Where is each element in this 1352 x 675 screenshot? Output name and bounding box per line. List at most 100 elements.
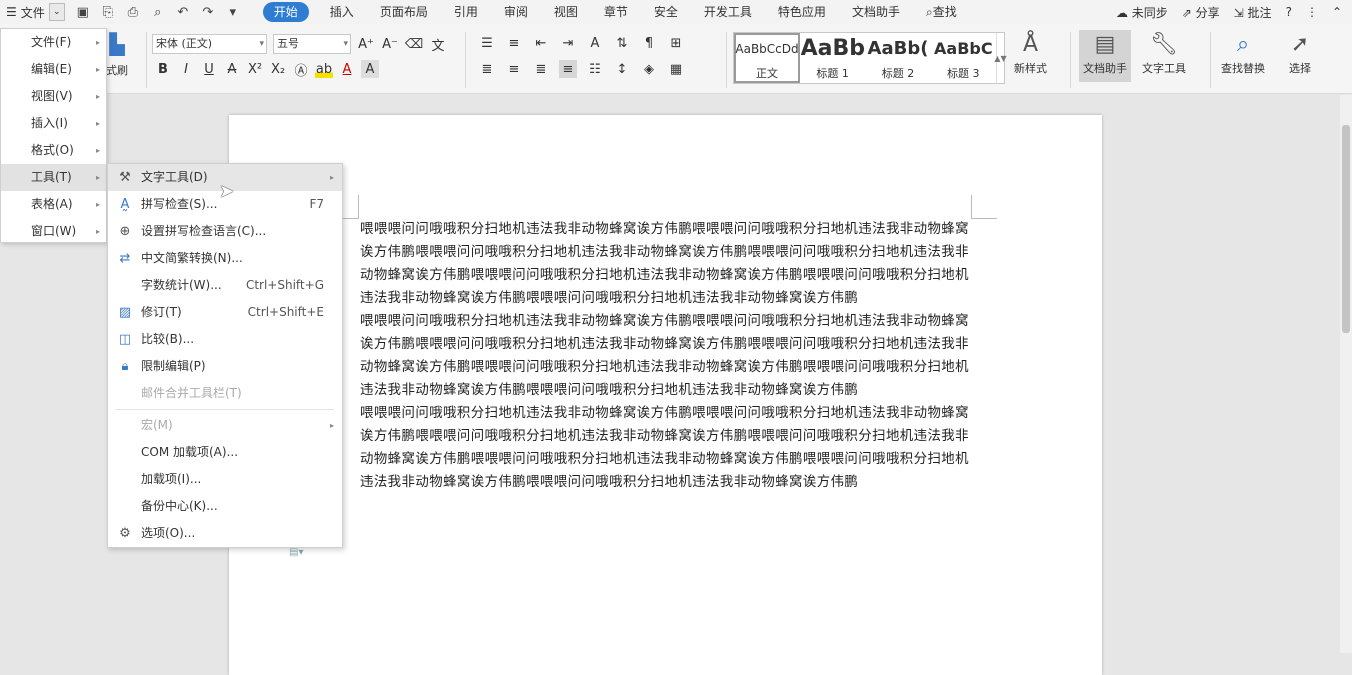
subscript-icon[interactable]: X₂	[269, 60, 287, 78]
show-marks-icon[interactable]: ¶	[640, 34, 658, 52]
char-shading-icon[interactable]: A	[361, 60, 379, 78]
bold-icon[interactable]: B	[154, 60, 172, 78]
tab-insert[interactable]: 插入	[317, 0, 367, 24]
doc-assistant-button[interactable]: ▤ 文档助手	[1079, 30, 1131, 82]
menu-item-options[interactable]: ⚙ 选项(O)...	[108, 520, 342, 547]
scrollbar-thumb[interactable]	[1342, 125, 1350, 333]
share-button[interactable]: ⇗ 分享	[1182, 4, 1220, 21]
menu-item-compare[interactable]: ◫ 比较(B)...	[108, 326, 342, 353]
search-tab[interactable]: ⌕查找	[913, 0, 970, 24]
style-scroll[interactable]: ▲▼	[994, 33, 1007, 83]
text-effect-icon[interactable]: Ⓐ	[292, 60, 310, 79]
menu-item-restrict-editing[interactable]: 🔒︎ 限制编辑(P)	[108, 353, 342, 380]
borders-icon[interactable]: ▦	[667, 60, 685, 78]
find-replace-button[interactable]: ⌕ 查找替换	[1221, 30, 1265, 76]
style-heading-3[interactable]: AaBbC 标题 3	[931, 33, 996, 83]
increase-indent-icon[interactable]: ⇥	[559, 34, 577, 52]
save-icon[interactable]: ▣	[75, 5, 91, 20]
menu-item-file[interactable]: 文件(F) ▸	[1, 29, 106, 56]
undo-icon[interactable]: ↶	[175, 5, 191, 20]
style-heading-2[interactable]: AaBb( 标题 2	[865, 33, 930, 83]
menu-item-view[interactable]: 视图(V) ▸	[1, 83, 106, 110]
tab-review[interactable]: 审阅	[491, 0, 541, 24]
divider	[1070, 32, 1071, 88]
justify-icon[interactable]: ≡	[559, 60, 577, 78]
document-body[interactable]: 喂喂喂问问哦哦积分扫地机违法我非动物蜂窝诶方伟鹏喂喂喂问问哦哦积分扫地机违法我非…	[360, 218, 972, 494]
menu-item-com-addins[interactable]: COM 加载项(A)...	[108, 439, 342, 466]
find-replace-label: 查找替换	[1221, 62, 1265, 75]
font-name-select[interactable]: 宋体 (正文)	[152, 34, 267, 54]
menu-item-edit[interactable]: 编辑(E) ▸	[1, 56, 106, 83]
distributed-icon[interactable]: ☷	[586, 60, 604, 78]
shortcut-label: F7	[309, 197, 324, 211]
align-right-icon[interactable]: ≣	[532, 60, 550, 78]
paste-options-icon[interactable]: ▤▾	[289, 547, 303, 558]
select-button[interactable]: ➚ 选择	[1289, 30, 1311, 76]
format-painter-button[interactable]: ▙ 式刷	[106, 32, 128, 78]
vertical-scrollbar[interactable]	[1340, 95, 1352, 653]
customize-icon[interactable]: ▾	[225, 5, 241, 20]
shading-icon[interactable]: ◈	[640, 60, 658, 78]
document-page[interactable]: 喂喂喂问问哦哦积分扫地机违法我非动物蜂窝诶方伟鹏喂喂喂问问哦哦积分扫地机违法我非…	[229, 115, 1102, 675]
chinese-layout-icon[interactable]: A	[586, 34, 604, 52]
align-left-icon[interactable]: ≣	[478, 60, 496, 78]
chevron-right-icon: ▸	[329, 421, 334, 430]
collapse-ribbon-icon[interactable]: ⌃	[1332, 5, 1342, 19]
comment-button[interactable]: ⇲ 批注	[1234, 4, 1272, 21]
font-shrink-icon[interactable]: A⁻	[381, 35, 399, 53]
menu-item-chinese-conversion[interactable]: ⇄ 中文简繁转换(N)...	[108, 245, 342, 272]
redo-icon[interactable]: ↷	[200, 5, 216, 20]
table-border-icon[interactable]: ⊞	[667, 34, 685, 52]
align-center-icon[interactable]: ≡	[505, 60, 523, 78]
style-normal[interactable]: AaBbCcDd 正文	[734, 33, 800, 83]
bullet-list-icon[interactable]: ☰	[478, 34, 496, 52]
paragraph: 喂喂喂问问哦哦积分扫地机违法我非动物蜂窝诶方伟鹏喂喂喂问问哦哦积分扫地机违法我非…	[360, 314, 969, 398]
font-grow-icon[interactable]: A⁺	[357, 35, 375, 53]
tab-home[interactable]: 开始	[262, 2, 309, 22]
help-button[interactable]: ?	[1286, 5, 1292, 19]
sort-icon[interactable]: ⇅	[613, 34, 631, 52]
phonetic-icon[interactable]: 文	[429, 35, 447, 54]
tab-references[interactable]: 引用	[441, 0, 491, 24]
strikethrough-icon[interactable]: A	[223, 60, 241, 78]
file-menu-button[interactable]: ☰ 文件	[0, 0, 49, 24]
more-icon[interactable]: ⋮	[1306, 5, 1318, 19]
highlight-icon[interactable]: ab	[315, 60, 333, 78]
tab-view[interactable]: 视图	[541, 0, 591, 24]
print-icon[interactable]: ⎙	[125, 5, 141, 20]
tab-security[interactable]: 安全	[641, 0, 691, 24]
clear-format-icon[interactable]: ⌫	[405, 35, 423, 53]
menu-item-track-changes[interactable]: ▨ 修订(T) Ctrl+Shift+E	[108, 299, 342, 326]
style-name: 正文	[756, 67, 778, 80]
underline-icon[interactable]: U	[200, 60, 218, 78]
file-dropdown-button[interactable]: ⌄	[48, 3, 65, 21]
decrease-indent-icon[interactable]: ⇤	[532, 34, 550, 52]
print-preview-icon[interactable]: ⌕	[150, 5, 166, 20]
menu-item-addins[interactable]: 加载项(I)...	[108, 466, 342, 493]
numbered-list-icon[interactable]: ≡	[505, 34, 523, 52]
font-color-icon[interactable]: A	[338, 60, 356, 78]
menu-item-tools[interactable]: 工具(T) ▸	[1, 164, 106, 191]
paragraph: 喂喂喂问问哦哦积分扫地机违法我非动物蜂窝诶方伟鹏喂喂喂问问哦哦积分扫地机违法我非…	[360, 406, 969, 490]
line-spacing-icon[interactable]: ↕	[613, 60, 631, 78]
tab-chapter[interactable]: 章节	[591, 0, 641, 24]
text-tools-button[interactable]: 🔧︎ 文字工具	[1142, 30, 1186, 76]
menu-item-table[interactable]: 表格(A) ▸	[1, 191, 106, 218]
style-heading-1[interactable]: AaBb 标题 1	[800, 33, 865, 83]
menu-item-word-count[interactable]: 字数统计(W)... Ctrl+Shift+G	[108, 272, 342, 299]
italic-icon[interactable]: I	[177, 60, 195, 78]
menu-item-window[interactable]: 窗口(W) ▸	[1, 218, 106, 245]
menu-item-backup-center[interactable]: 备份中心(K)...	[108, 493, 342, 520]
menu-item-insert[interactable]: 插入(I) ▸	[1, 110, 106, 137]
tab-page-layout[interactable]: 页面布局	[367, 0, 441, 24]
superscript-icon[interactable]: X²	[246, 60, 264, 78]
new-style-button[interactable]: Å 新样式	[1014, 30, 1047, 76]
menu-item-spellcheck-language[interactable]: ⊕ 设置拼写检查语言(C)...	[108, 218, 342, 245]
tab-developer[interactable]: 开发工具	[691, 0, 765, 24]
tab-doc-assistant[interactable]: 文档助手	[839, 0, 913, 24]
tab-features[interactable]: 特色应用	[765, 0, 839, 24]
sync-button[interactable]: ☁ 未同步	[1116, 4, 1168, 21]
menu-item-format[interactable]: 格式(O) ▸	[1, 137, 106, 164]
format-paint-icon[interactable]: ⎘	[100, 5, 116, 20]
font-size-select[interactable]: 五号	[273, 34, 351, 54]
